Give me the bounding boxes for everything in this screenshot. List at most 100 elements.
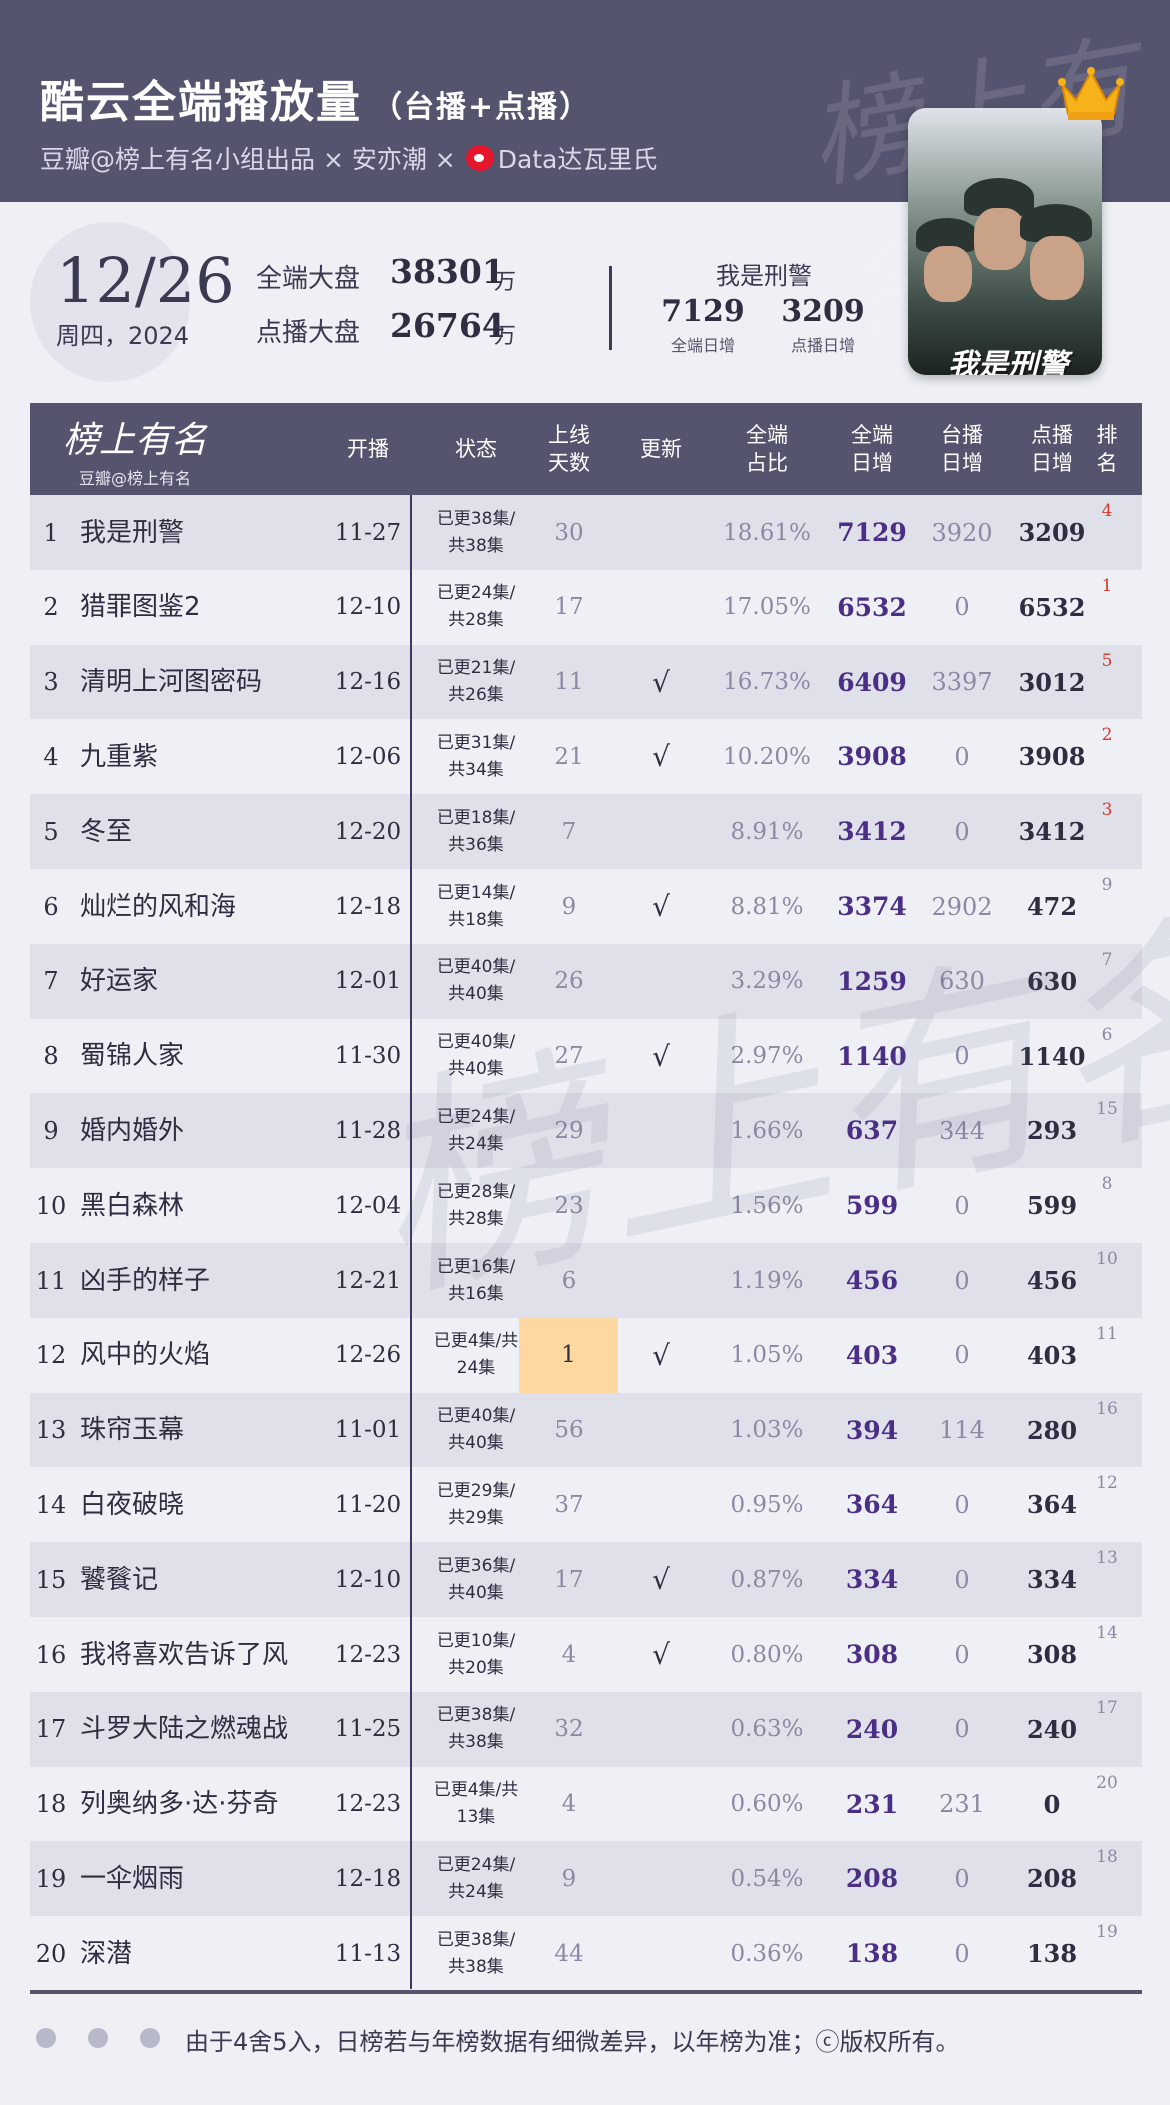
row-prev-rank: 14 [1096, 1623, 1118, 1643]
row-name: 斗罗大陆之燃魂战 [80, 1714, 289, 1745]
row-start-date: 12-16 [334, 669, 402, 696]
row-status: 已更14集/共18集 [436, 882, 516, 930]
row-prev-rank: 3 [1101, 800, 1113, 821]
row-prev-rank: 12 [1096, 1473, 1118, 1494]
row-update-mark: √ [652, 665, 670, 699]
header-days: 上线 天数 [548, 423, 590, 475]
row-update-mark: √ [652, 1638, 670, 1671]
row-status: 已更24集/共28集 [436, 583, 516, 631]
dot [140, 2028, 160, 2048]
table-row: 19 一伞烟雨 12-18 已更24集/共24集 9 0.54% 208 0 208 18 [30, 1841, 1142, 1917]
row-rank: 5 [43, 817, 59, 846]
all-market-value: 38301 [390, 252, 505, 291]
row-days: 7 [561, 818, 577, 845]
row-name: 一伞烟雨 [80, 1863, 185, 1894]
row-days: 44 [554, 1940, 584, 1967]
row-rank: 11 [35, 1266, 67, 1295]
table-row: 20 深潜 11-13 已更38集/共38集 44 0.36% 138 0 138 19 [30, 1916, 1142, 1992]
featured-name: 我是刑警 [716, 262, 812, 290]
row-prev-rank: 19 [1096, 1922, 1118, 1943]
row-rank: 9 [43, 1116, 59, 1145]
row-name: 黑白森林 [80, 1190, 185, 1221]
row-name: 冬至 [80, 816, 133, 847]
row-name: 我是刑警 [80, 517, 185, 548]
row-prev-rank: 1 [1101, 575, 1113, 596]
vod-market-label: 点播大盘 [256, 318, 361, 348]
row-rank: 12 [35, 1341, 67, 1370]
row-days: 9 [561, 893, 577, 920]
page-title: 酷云全端播放量 （台播+点播） [40, 66, 591, 130]
row-days: 21 [554, 743, 584, 770]
row-start-date: 12-23 [334, 1791, 402, 1818]
row-prev-rank: 5 [1101, 650, 1113, 671]
row-name: 灿烂的风和海 [80, 891, 237, 922]
table-row: 13 珠帘玉幕 11-01 已更40集/共40集 56 1.03% 394 114 280 16 [30, 1392, 1142, 1468]
row-name: 凶手的样子 [80, 1265, 211, 1296]
row-name: 风中的火焰 [80, 1340, 211, 1371]
row-update-mark [618, 1393, 704, 1468]
row-start-date: 12-18 [334, 1865, 402, 1892]
row-start-date: 12-06 [334, 743, 402, 770]
row-prev-rank: 4 [1101, 501, 1113, 521]
date: 12/26 [56, 244, 235, 317]
weekday: 周四，2024 [56, 322, 190, 350]
row-update-mark [618, 1916, 704, 1991]
row-rank: 4 [43, 742, 59, 771]
featured-poster: 我是刑警 [908, 108, 1102, 375]
header-status: 状态 [455, 437, 497, 461]
row-days: 1 [519, 1317, 618, 1393]
row-start-date: 11-01 [334, 1417, 402, 1444]
poster-title: 我是刑警 [948, 348, 1068, 375]
row-rank: 6 [43, 892, 59, 921]
table-row: 15 饕餮记 12-10 已更36集/共40集 17 √ 0.87% 334 0 334 13 [30, 1542, 1142, 1618]
footer-note: 由于4舍5入，日榜若与年榜数据有细微差异，以年榜为准；ⓒ版权所有。 [185, 2028, 960, 2056]
summary-divider [609, 266, 612, 350]
header-start: 开播 [347, 437, 389, 461]
table-row: 4 九重紫 12-06 已更31集/共34集 21 √ 10.20% 3908 0 3908 2 [30, 719, 1142, 795]
row-days: 4 [561, 1791, 577, 1818]
row-rank: 20 [35, 1939, 67, 1968]
row-update-mark [618, 1467, 704, 1542]
row-days: 32 [554, 1716, 584, 1743]
row-prev-rank: 18 [1096, 1847, 1118, 1868]
row-name: 清明上河图密码 [80, 667, 263, 698]
row-start-date: 11-20 [334, 1491, 402, 1518]
credit-line: 豆瓣@榜上有名小组出品 × 安亦潮 × Data达瓦里氏 [40, 140, 657, 176]
row-rank: 7 [43, 967, 59, 996]
table-bottom-line [30, 1990, 1142, 1994]
row-status: 已更40集/共40集 [436, 1406, 516, 1454]
title-sub: （台播+点播） [372, 90, 592, 125]
row-days: 9 [561, 1865, 577, 1892]
table-row: 5 冬至 12-20 已更18集/共36集 7 8.91% 3412 0 3412 3 [30, 794, 1142, 870]
row-prev-rank: 10 [1096, 1249, 1118, 1269]
row-start-date: 12-18 [334, 893, 402, 920]
row-update-mark [618, 495, 704, 570]
row-update-mark [618, 1767, 704, 1842]
row-start-date: 12-10 [334, 594, 402, 621]
logo-sub: 豆瓣@榜上有名 [78, 469, 191, 488]
table-row: 18 列奥纳多·达·芬奇 12-23 已更4集/共 13集 4 0.60% 231 231 0 20 [30, 1766, 1142, 1842]
table-row: 17 斗罗大陆之燃魂战 11-25 已更38集/共38集 32 0.63% 240 0 240 1… [30, 1691, 1142, 1767]
row-status: 已更36集/共40集 [436, 1555, 516, 1603]
row-rank: 13 [35, 1416, 67, 1445]
row-status: 已更29集/共29集 [436, 1480, 516, 1528]
row-status: 已更38集/共38集 [436, 508, 516, 556]
row-name: 白夜破晓 [80, 1489, 185, 1520]
header-prev-rank: 排名 [1096, 423, 1118, 475]
table-row: 1 我是刑警 11-27 已更38集/共38集 30 18.61% 7129 3920 3209… [30, 495, 1142, 570]
row-rank: 15 [35, 1565, 67, 1594]
row-days: 37 [554, 1491, 584, 1518]
row-prev-rank: 16 [1096, 1398, 1118, 1419]
row-start-date: 12-23 [334, 1641, 402, 1668]
row-status: 已更18集/共36集 [436, 807, 516, 855]
title-main: 酷云全端播放量 [40, 77, 362, 128]
row-status: 已更10集/共20集 [436, 1630, 516, 1678]
header-update: 更新 [640, 437, 682, 461]
row-update-mark: √ [652, 890, 670, 923]
row-status: 已更38集/共38集 [436, 1705, 516, 1753]
row-rank: 18 [35, 1790, 67, 1819]
row-rank: 2 [43, 593, 59, 622]
row-prev-rank: 20 [1096, 1772, 1118, 1793]
all-market-label: 全端大盘 [256, 264, 361, 294]
row-days: 30 [554, 519, 584, 546]
